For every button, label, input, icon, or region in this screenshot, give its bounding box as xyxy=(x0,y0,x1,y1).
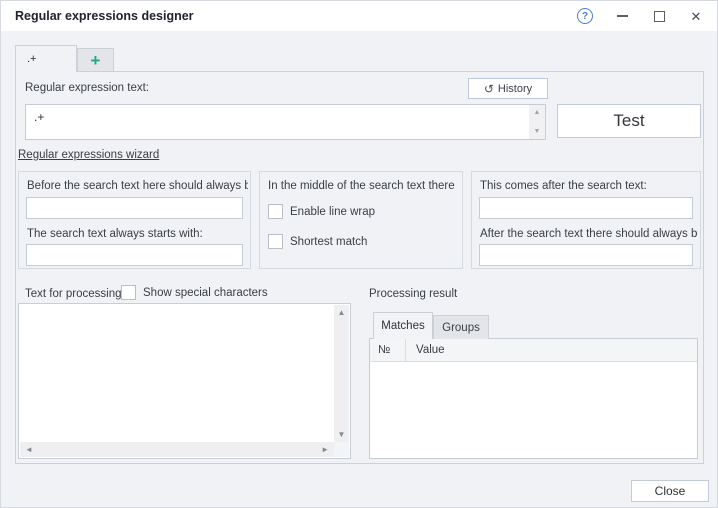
window-title: Regular expressions designer xyxy=(15,9,194,23)
maximize-button[interactable] xyxy=(650,7,668,25)
column-header-number[interactable]: № xyxy=(370,339,406,361)
titlebar: Regular expressions designer ? ✕ xyxy=(1,1,717,31)
close-icon: ✕ xyxy=(690,8,702,24)
minimize-icon xyxy=(616,15,628,17)
add-tab-button[interactable]: + xyxy=(77,48,114,71)
matches-table: № Value xyxy=(369,338,698,459)
regex-designer-window: Regular expressions designer ? ✕ .+ + Re… xyxy=(0,0,718,508)
close-button[interactable]: Close xyxy=(631,480,709,502)
column-header-value[interactable]: Value xyxy=(406,339,697,361)
help-icon: ? xyxy=(577,8,593,24)
tab-regex[interactable]: .+ xyxy=(15,45,77,72)
close-button-titlebar[interactable]: ✕ xyxy=(687,7,705,25)
table-header: № Value xyxy=(370,339,697,362)
help-button[interactable]: ? xyxy=(576,7,594,25)
minimize-button[interactable] xyxy=(613,7,631,25)
tab-groups[interactable]: Groups xyxy=(433,315,489,339)
tab-matches[interactable]: Matches xyxy=(373,312,433,339)
maximize-icon xyxy=(653,10,665,22)
plus-icon: + xyxy=(90,50,101,70)
window-controls: ? ✕ xyxy=(576,7,717,25)
